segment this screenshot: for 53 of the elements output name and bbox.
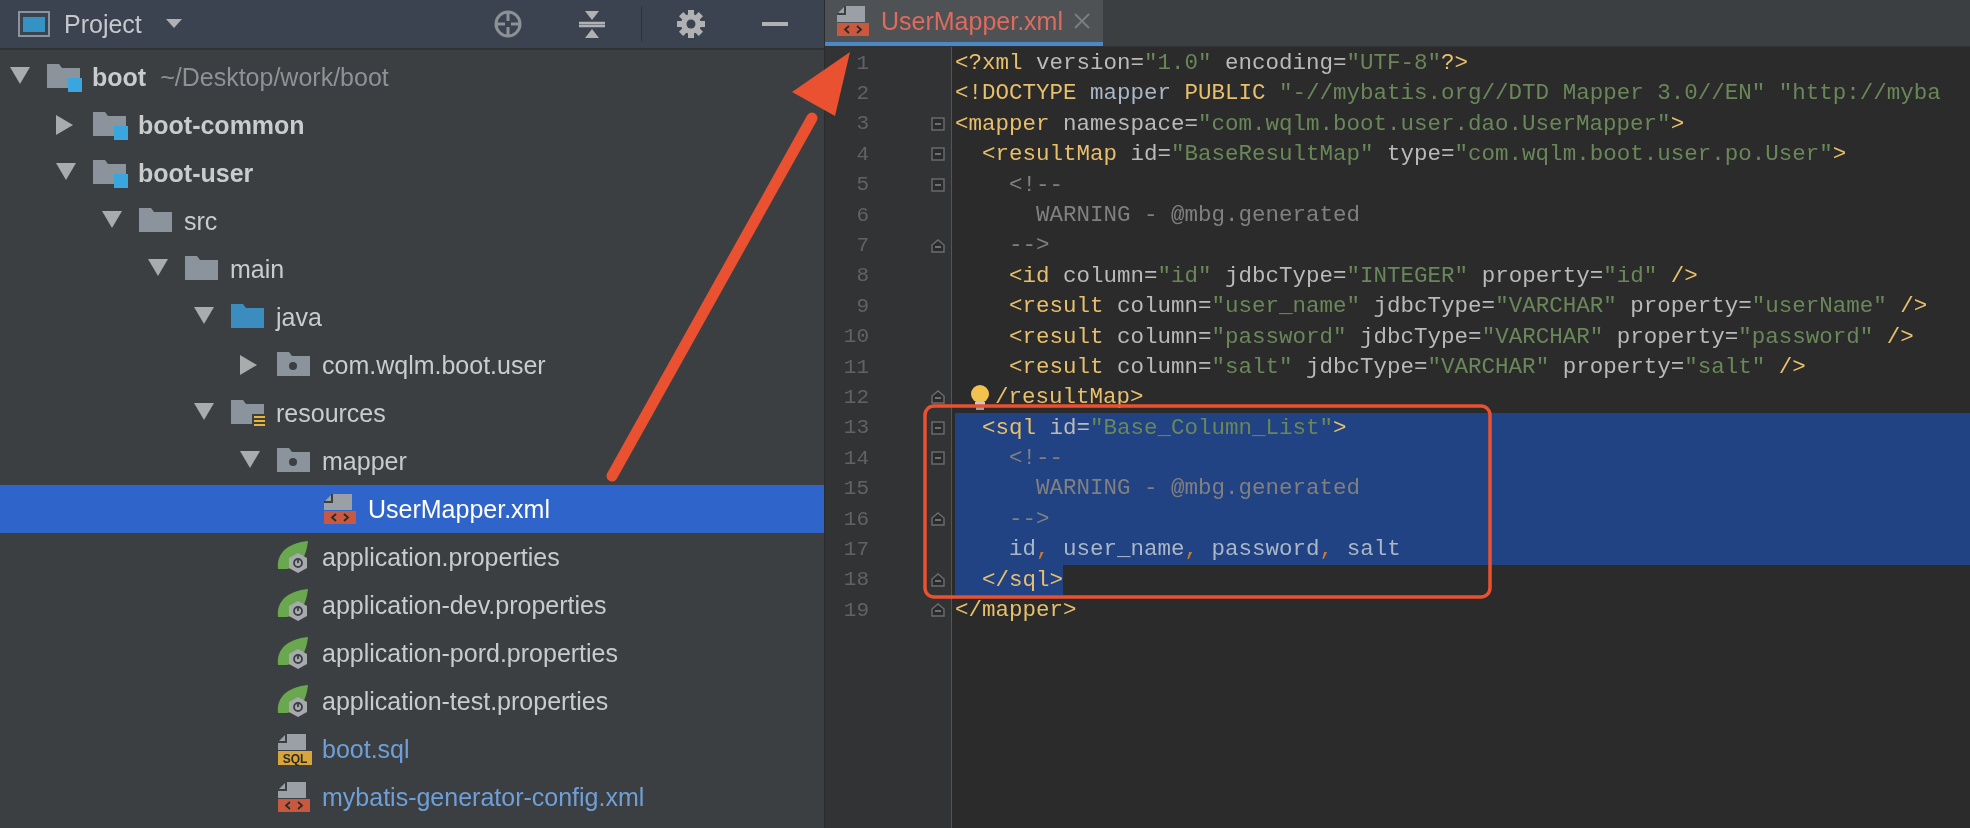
tree-item[interactable]: java (0, 293, 322, 341)
tree-item[interactable]: src (0, 197, 218, 245)
tree-item[interactable]: application-dev.properties (0, 581, 607, 629)
collapse-all-icon[interactable] (577, 9, 607, 39)
tree-item[interactable]: main (0, 245, 285, 293)
spring-leaf-icon (276, 539, 310, 575)
caret-icon[interactable] (165, 19, 182, 29)
spring-leaf-icon (276, 635, 310, 671)
tree-item[interactable]: boot ~/Desktop/work/boot (0, 53, 389, 101)
code-line: <resultMap id="BaseResultMap" type="com.wqlm.boot.user.po.User"> (981, 140, 1848, 170)
tree-item[interactable]: com.wqlm.boot.user (0, 341, 546, 389)
code-line: <id column="id" jdbcType="INTEGER" property="id" /> (1008, 261, 1699, 291)
panel-title[interactable]: Project (64, 9, 142, 39)
spring-leaf-icon (276, 587, 310, 623)
fold-marker-icon[interactable] (931, 451, 945, 466)
code-line: <!-- (1008, 170, 1065, 200)
settings-icon[interactable] (676, 9, 706, 39)
fold-marker-icon[interactable] (931, 603, 945, 618)
fold-marker-icon[interactable] (931, 147, 945, 162)
code-line: <result column="password" jdbcType="VARCHAR" property="password" /> (1008, 322, 1915, 352)
tree-item[interactable]: SQL boot.sql (0, 725, 410, 773)
fold-marker-icon[interactable] (931, 420, 945, 435)
fold-marker-icon[interactable] (931, 572, 945, 587)
code-line: <result column="user_name" jdbcType="VARCHAR" property="userName" /> (1008, 292, 1929, 322)
code-line: <!DOCTYPE mapper PUBLIC "-//mybatis.org//DTD Mapper 3.0//EN" "http://myba (955, 79, 1942, 109)
code-line: <result column="salt" jdbcType="VARCHAR" property="salt" /> (1008, 352, 1807, 382)
code-line: <mapper namespace="com.wqlm.boot.user.dao.UserMapper"> (955, 109, 1686, 139)
tree-item[interactable]: resources (0, 389, 386, 437)
spring-leaf-icon (276, 683, 310, 719)
code-line: </mapper> (955, 596, 1078, 626)
xml-file-icon (322, 492, 358, 526)
tree-item[interactable]: UserMapper.xml (0, 485, 824, 533)
lightbulb-icon[interactable] (968, 384, 992, 411)
fold-marker-icon[interactable] (931, 177, 945, 192)
tree-item[interactable]: application-pord.properties (0, 629, 618, 677)
fold-marker-icon[interactable] (931, 512, 945, 527)
fold-marker-icon[interactable] (931, 116, 945, 131)
tree-item[interactable]: application.properties (0, 533, 560, 581)
code-line: WARNING - @mbg.generated (1035, 200, 1362, 230)
code-line: --> (1008, 231, 1051, 261)
fold-marker-icon[interactable] (931, 238, 945, 253)
tree-item[interactable]: application-test.properties (0, 677, 609, 725)
code-line: /resultMap> (995, 383, 1145, 413)
code-line: <?xml version="1.0" encoding="UTF-8"?> (955, 49, 1470, 78)
tree-item[interactable]: boot-user (0, 149, 254, 197)
window-icon (18, 11, 50, 37)
fold-marker-icon[interactable] (931, 390, 945, 405)
crosshair-icon[interactable] (493, 9, 523, 39)
tree-item[interactable]: mybatis-generator-config.xml (0, 773, 645, 821)
tree-item[interactable]: mapper (0, 437, 407, 485)
xml-file-icon (276, 780, 312, 814)
tree-item[interactable]: boot-common (0, 101, 305, 149)
xml-file-icon (835, 4, 871, 38)
